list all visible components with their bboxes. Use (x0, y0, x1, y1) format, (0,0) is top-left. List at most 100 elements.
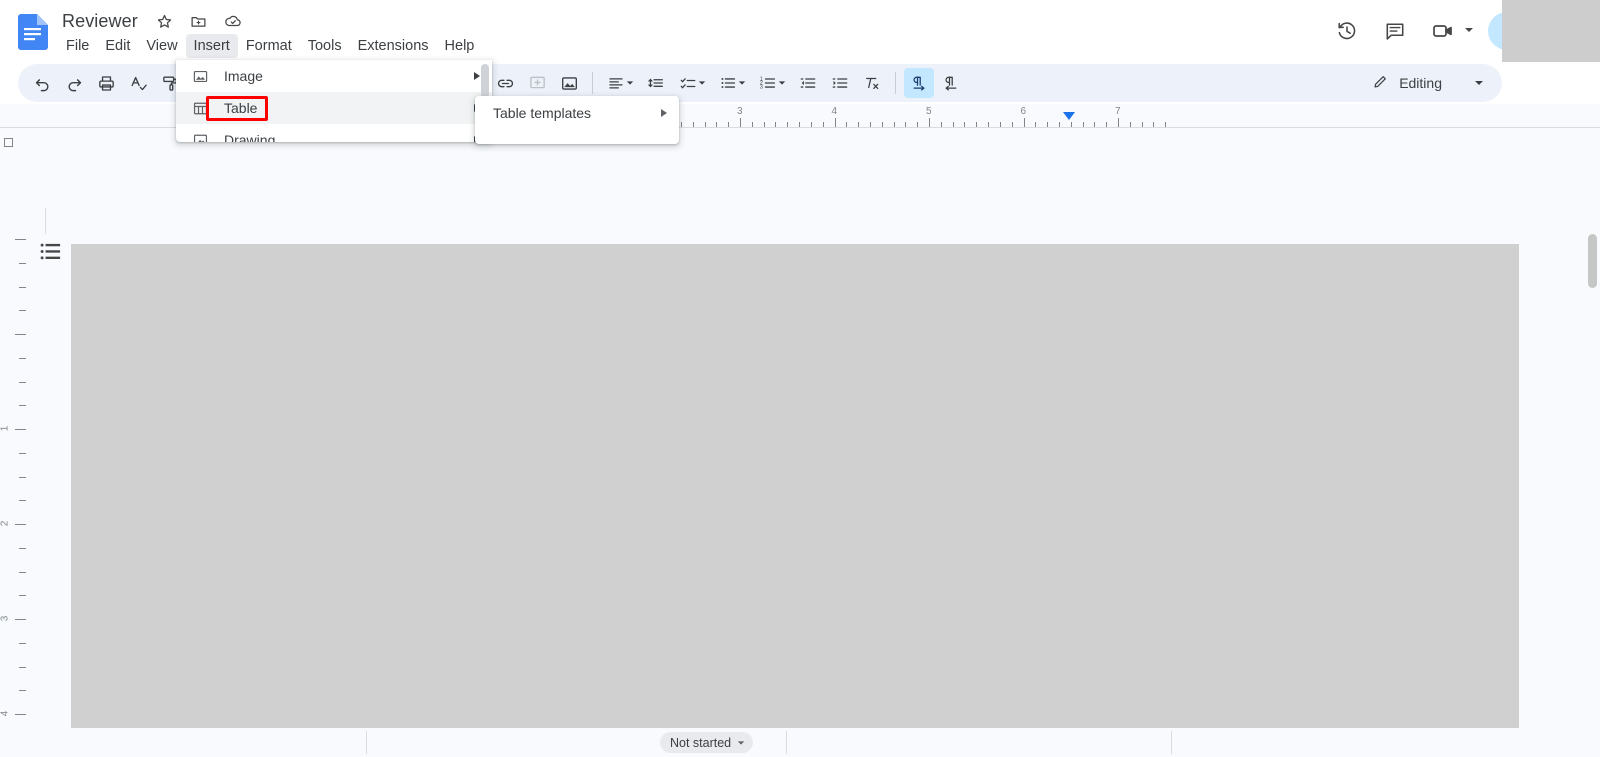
chevron-down-icon[interactable] (778, 74, 786, 92)
page-title[interactable]: Reviewer (58, 10, 142, 33)
ruler-tick (1153, 122, 1155, 127)
chevron-down-icon[interactable] (738, 74, 746, 92)
insert-menu-item-image[interactable]: Image (176, 60, 492, 92)
version-history-icon[interactable] (1327, 11, 1367, 51)
table-submenu[interactable]: Table templates (475, 96, 679, 144)
chevron-down-icon[interactable] (1474, 75, 1484, 91)
menu-format[interactable]: Format (238, 34, 300, 58)
ruler-tick (19, 452, 26, 454)
add-comment-icon[interactable] (522, 68, 552, 98)
undo-icon[interactable] (27, 68, 57, 98)
ruler-tick (1070, 122, 1072, 127)
chevron-down-icon[interactable] (737, 736, 745, 750)
ruler-number: 3 (0, 615, 11, 622)
vertical-ruler[interactable]: 12345 (0, 128, 26, 757)
ruler-tick (952, 122, 954, 127)
menu-insert[interactable]: Insert (185, 34, 238, 58)
toolbar-divider (592, 72, 593, 94)
chevron-down-icon[interactable] (626, 74, 634, 92)
top-margin-marker[interactable] (4, 138, 13, 147)
ruler-tick (1129, 122, 1131, 127)
increase-indent-icon[interactable] (825, 68, 855, 98)
ruler-tick (15, 429, 26, 430)
insert-menu-item-table[interactable]: Table (176, 92, 492, 124)
video-call-button[interactable] (1419, 11, 1480, 51)
ruler-tick (822, 122, 824, 127)
bottom-divider (366, 731, 367, 754)
print-icon[interactable] (91, 68, 121, 98)
ruler-tick (1141, 122, 1143, 127)
ruler-tick (893, 122, 895, 127)
document-outline-icon[interactable] (40, 242, 62, 262)
right-indent-marker[interactable] (1063, 112, 1075, 120)
insert-link-icon[interactable] (490, 68, 520, 98)
ruler-tick (704, 122, 706, 127)
checklist-button[interactable] (673, 68, 711, 98)
vertical-scrollbar-track[interactable] (1586, 232, 1598, 757)
numbered-list-button[interactable]: 1 2 3 (753, 68, 791, 98)
ruler-tick (19, 642, 26, 644)
ruler-number: 3 (737, 106, 743, 117)
ruler-tick (15, 714, 26, 715)
ruler-number: 2 (0, 520, 11, 527)
menu-scrollbar-thumb[interactable] (481, 64, 489, 98)
comment-history-icon[interactable] (1375, 11, 1415, 51)
video-call-icon[interactable] (1423, 11, 1463, 51)
spellcheck-icon[interactable] (123, 68, 153, 98)
text-direction-ltr-button[interactable] (904, 68, 934, 98)
ruler-tick (19, 262, 26, 264)
ruler-tick (19, 547, 26, 549)
ruler-tick (15, 524, 26, 525)
ruler-tick (999, 122, 1001, 127)
chevron-down-icon[interactable] (1464, 22, 1474, 40)
menu-edit[interactable]: Edit (97, 34, 138, 58)
vertical-scrollbar-thumb[interactable] (1588, 234, 1597, 288)
ruler-tick (881, 122, 883, 127)
ruler-tick (19, 286, 26, 288)
ruler-tick (19, 381, 26, 383)
redo-icon[interactable] (59, 68, 89, 98)
menu-help[interactable]: Help (437, 34, 483, 58)
cloud-saved-icon[interactable] (222, 10, 244, 32)
move-folder-icon[interactable] (188, 10, 210, 32)
bottom-status-bar: Not started (0, 728, 1600, 757)
ruler-tick (19, 690, 26, 692)
insert-menu-item-drawing[interactable]: Drawing (176, 124, 492, 142)
ruler-tick (940, 122, 942, 127)
document-page[interactable] (71, 244, 1519, 757)
bottom-divider (786, 731, 787, 754)
menu-tools[interactable]: Tools (300, 34, 350, 58)
align-button[interactable] (601, 68, 639, 98)
ruler-tick (740, 118, 741, 127)
ruler-number: 1 (0, 425, 11, 432)
chevron-down-icon[interactable] (698, 74, 706, 92)
pencil-icon (1372, 73, 1389, 93)
ruler-tick (1094, 122, 1096, 127)
app-header: Reviewer File Edit View Insert Format To… (0, 0, 1600, 100)
ruler-number: 4 (831, 106, 838, 117)
editing-mode-selector[interactable]: Editing (1360, 68, 1494, 98)
ruler-tick (15, 334, 26, 335)
ruler-tick (799, 122, 801, 127)
decrease-indent-icon[interactable] (793, 68, 823, 98)
insert-image-icon[interactable] (554, 68, 584, 98)
ruler-tick (751, 122, 753, 127)
ruler-tick (19, 405, 26, 407)
insert-dropdown-menu[interactable]: Image Table Drawing (176, 60, 492, 142)
ruler-number: 4 (0, 710, 11, 717)
page-left-edge (45, 208, 1500, 234)
line-spacing-icon[interactable] (641, 68, 671, 98)
bulleted-list-button[interactable] (713, 68, 751, 98)
ruler-tick (19, 500, 26, 502)
text-direction-rtl-button[interactable] (936, 68, 966, 98)
ruler-tick (19, 571, 26, 573)
submenu-item-table-templates[interactable]: Table templates (475, 96, 679, 130)
menu-extensions[interactable]: Extensions (350, 34, 437, 58)
clear-formatting-icon[interactable] (857, 68, 887, 98)
menu-view[interactable]: View (138, 34, 185, 58)
status-badge[interactable]: Not started (660, 732, 754, 753)
menu-file[interactable]: File (58, 34, 97, 58)
docs-logo-icon[interactable] (18, 14, 48, 50)
star-icon[interactable] (154, 10, 176, 32)
ruler-tick (834, 118, 836, 127)
